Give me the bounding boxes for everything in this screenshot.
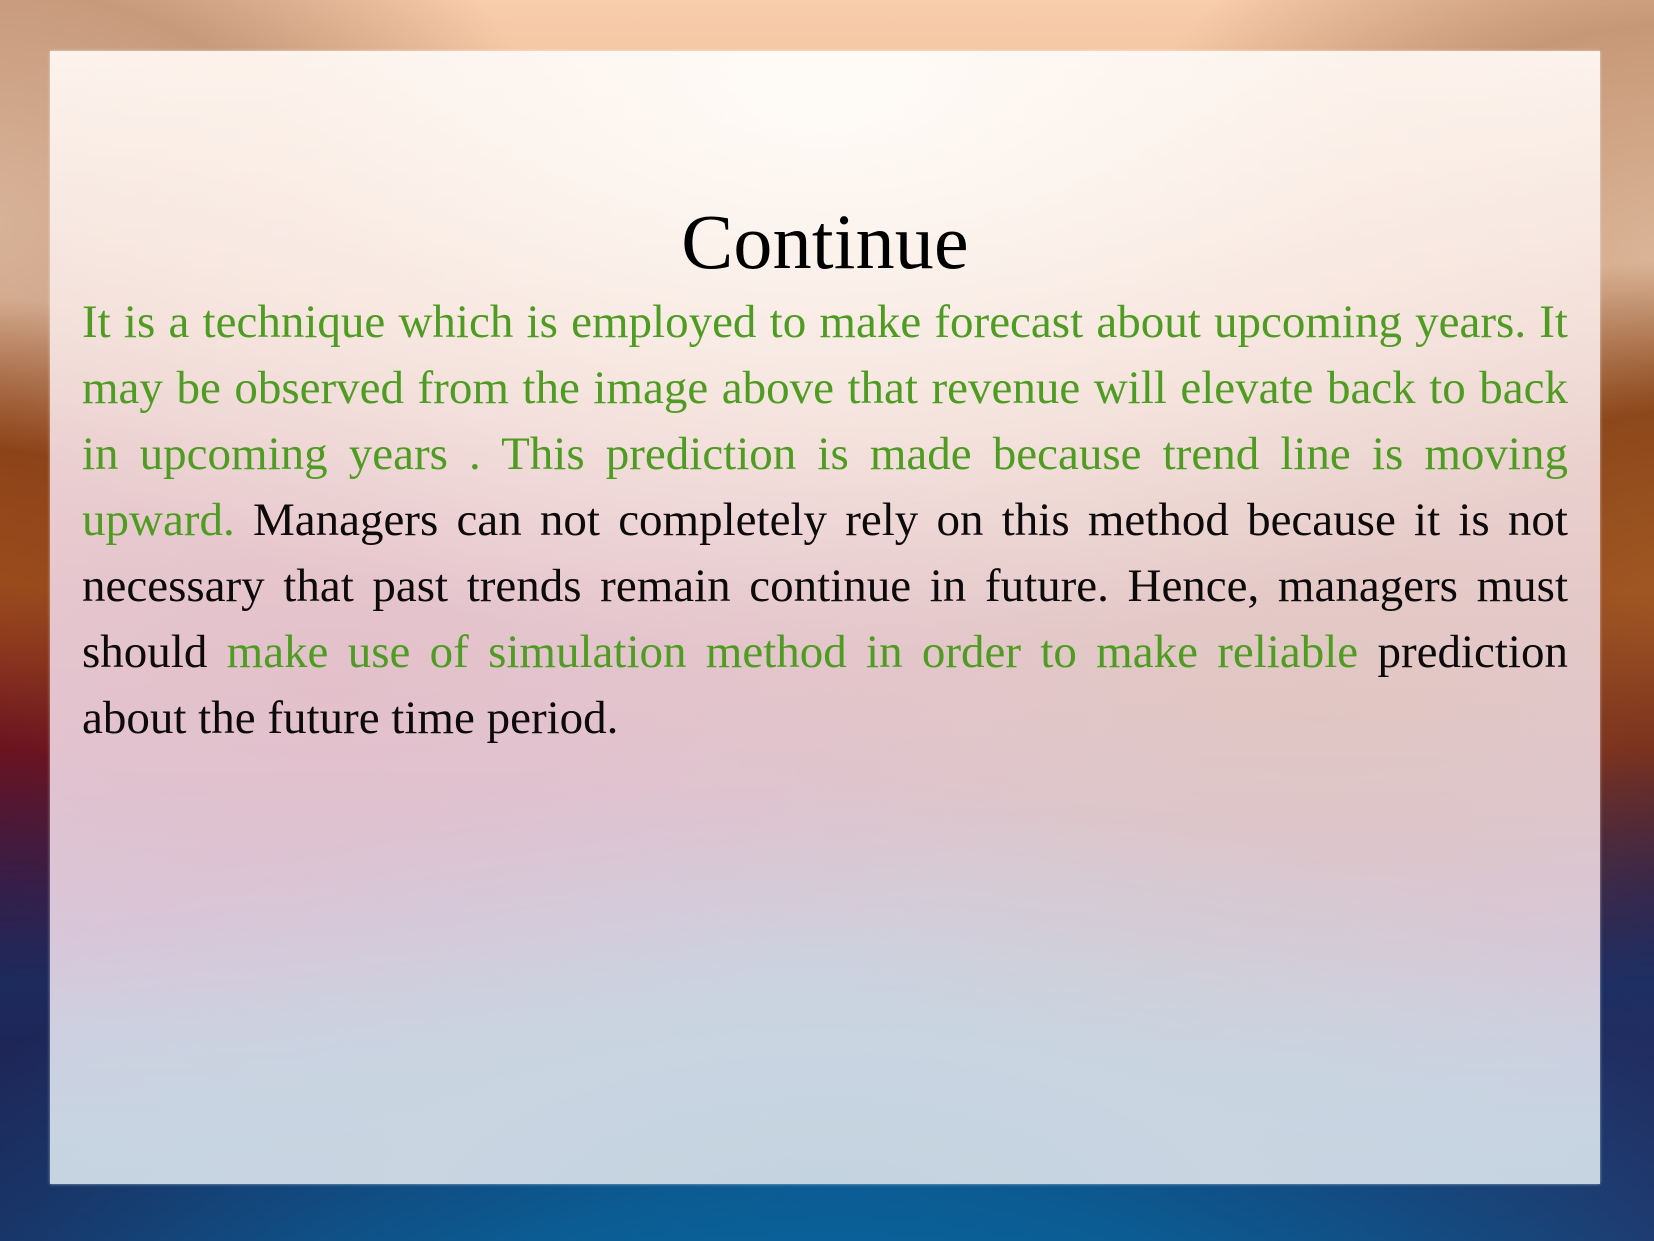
slide-content-panel: Continue It is a technique which is empl… xyxy=(50,51,1600,1184)
body-segment-green-2: make use of simulation method in order t… xyxy=(226,626,1378,678)
slide-title: Continue xyxy=(681,198,969,286)
slide-canvas: Continue It is a technique which is empl… xyxy=(0,0,1654,1241)
slide-body-paragraph: It is a technique which is employed to m… xyxy=(82,289,1568,751)
